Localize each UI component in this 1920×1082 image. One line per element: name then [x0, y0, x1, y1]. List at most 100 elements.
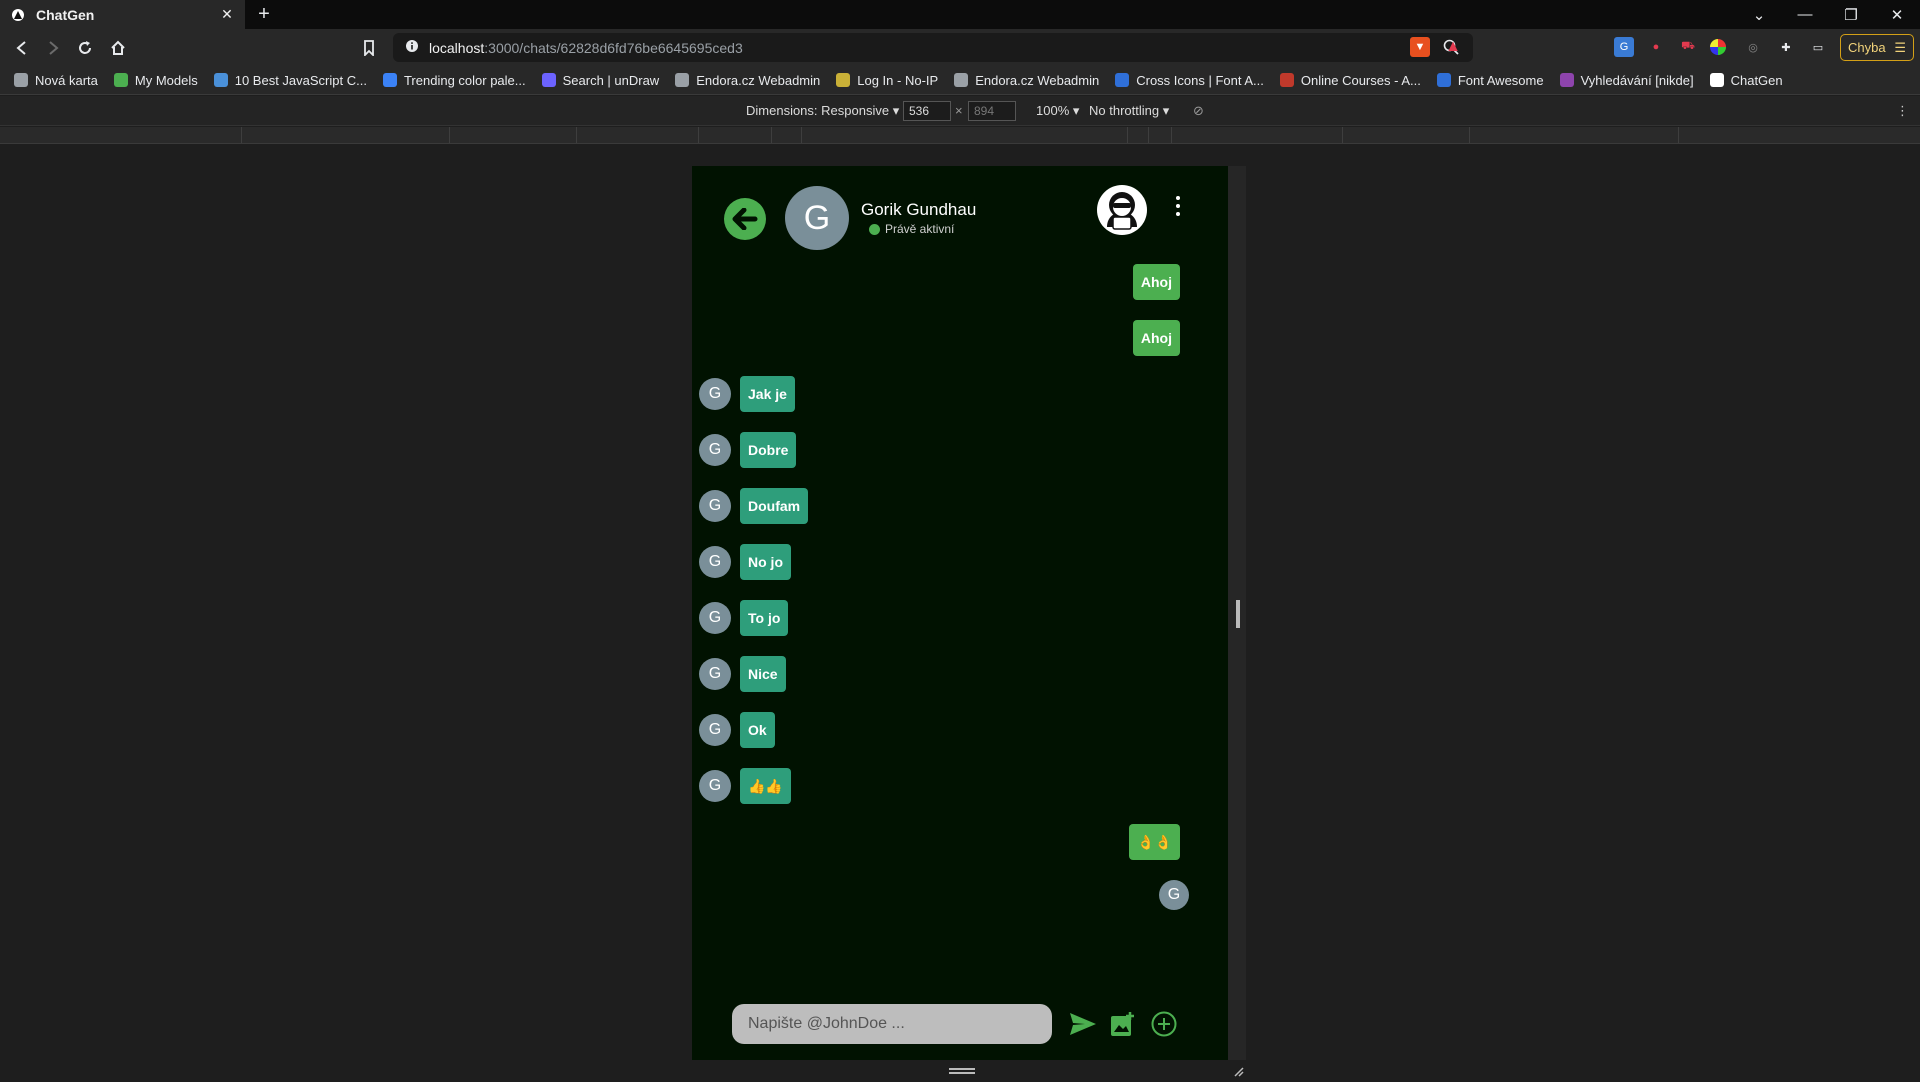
sender-avatar[interactable]: G [699, 658, 731, 690]
bookmark-item[interactable]: Nová karta [14, 73, 98, 88]
resize-corner-icon[interactable] [1232, 1064, 1244, 1077]
back-nav-icon[interactable] [8, 34, 36, 62]
brave-shields-icon[interactable]: ▼ [1410, 37, 1430, 57]
url-path: :3000/chats/62828d6fd76be6645695ced3 [484, 39, 743, 56]
bookmark-item[interactable]: Search | unDraw [541, 73, 659, 88]
back-button[interactable] [724, 198, 766, 240]
bookmark-label: Trending color pale... [403, 72, 526, 88]
minimize-button[interactable]: — [1782, 0, 1828, 29]
bookmark-favicon-icon [1436, 73, 1451, 87]
resize-handle-right[interactable] [1236, 600, 1240, 628]
message-bubble[interactable]: Doufam [740, 488, 809, 524]
message-bubble[interactable]: Dobre [740, 432, 797, 468]
bookmark-item[interactable]: Cross Icons | Font A... [1115, 73, 1264, 88]
message-bubble[interactable]: 👌👌 [1129, 824, 1180, 860]
chatgen-favicon-icon [10, 7, 26, 23]
extension-cart-icon[interactable]: ⛟ [1678, 37, 1698, 57]
dimensions-select[interactable]: Dimensions: Responsive ▾ [746, 103, 899, 119]
translate-icon[interactable]: G [1614, 37, 1634, 57]
bookmark-favicon-icon [1279, 73, 1294, 87]
bookmark-item[interactable]: Online Courses - A... [1279, 73, 1421, 88]
url-host: localhost [429, 39, 485, 56]
bookmark-label: Endora.cz Webadmin [975, 72, 1100, 88]
extension-gray-icon[interactable]: ◎ [1743, 37, 1763, 57]
extension-red-icon[interactable]: ● [1646, 37, 1666, 57]
height-input[interactable]: 894 [968, 101, 1016, 121]
address-bar[interactable]: localhost:3000/chats/62828d6fd76be664569… [393, 33, 1473, 62]
more-options-icon[interactable]: ⋮ [1896, 103, 1909, 119]
width-input[interactable]: 536 [903, 101, 951, 121]
tab-chatgen[interactable]: ChatGen ✕ [0, 0, 245, 29]
sender-avatar[interactable]: G [699, 490, 731, 522]
message-bubble[interactable]: Nice [740, 656, 786, 692]
bookmark-favicon-icon [675, 73, 690, 87]
tab-search-icon[interactable]: ⌄ [1736, 0, 1782, 29]
outgoing-message: Ahoj [1132, 320, 1180, 356]
bookmark-label: Endora.cz Webadmin [696, 72, 821, 88]
new-tab-button[interactable]: + [253, 0, 275, 29]
more-options-icon[interactable] [1172, 194, 1184, 218]
sender-avatar[interactable]: G [699, 602, 731, 634]
bookmark-favicon-icon [954, 73, 969, 87]
rotate-icon[interactable]: ⊘ [1193, 103, 1204, 119]
home-icon[interactable] [104, 34, 132, 62]
incoming-message: G Jak je [699, 376, 795, 412]
message-bubble[interactable]: Jak je [740, 376, 795, 412]
bookmark-label: Nová karta [35, 72, 98, 88]
throttling-select[interactable]: No throttling ▾ [1089, 103, 1169, 119]
sender-avatar[interactable]: G [699, 378, 731, 410]
send-button[interactable] [1065, 1006, 1101, 1042]
sender-avatar[interactable]: G [699, 546, 731, 578]
sender-avatar[interactable]: G [699, 770, 731, 802]
resize-handle-bottom[interactable] [949, 1068, 975, 1074]
close-tab-icon[interactable]: ✕ [219, 6, 235, 23]
bookmark-item[interactable]: Endora.cz Webadmin [954, 73, 1099, 88]
contact-avatar[interactable]: G [785, 186, 849, 250]
restore-button[interactable]: ❐ [1828, 0, 1874, 29]
menu-icon: ☰ [1894, 39, 1906, 55]
add-image-button[interactable] [1105, 1006, 1141, 1042]
bookmark-icon[interactable] [355, 34, 383, 62]
profile-error-button[interactable]: Chyba ☰ [1840, 34, 1914, 61]
reload-icon[interactable] [71, 34, 99, 62]
incoming-message: G Doufam [699, 488, 809, 524]
add-attachment-button[interactable] [1146, 1006, 1182, 1042]
bookmark-item[interactable]: Trending color pale... [382, 72, 526, 88]
bookmark-label: 10 Best JavaScript C... [234, 72, 367, 88]
bookmark-item[interactable]: Vyhledávání [nikde] [1559, 73, 1694, 88]
forward-nav-icon[interactable] [39, 34, 67, 62]
devtools-device-toolbar: Dimensions: Responsive ▾ 536 × 894 100% … [0, 96, 1920, 126]
sender-avatar[interactable]: G [699, 714, 731, 746]
bookmark-item[interactable]: My Models [113, 73, 198, 88]
user-avatar[interactable] [1097, 185, 1147, 235]
tab-title: ChatGen [36, 6, 95, 23]
send-icon [1070, 1013, 1096, 1035]
message-bubble[interactable]: No jo [740, 544, 791, 580]
bookmark-item[interactable]: ChatGen [1709, 73, 1783, 88]
outgoing-message: Ahoj [1132, 264, 1180, 300]
message-input[interactable] [732, 1004, 1052, 1044]
message-bubble[interactable]: 👍👍 [740, 768, 791, 804]
wallet-icon[interactable]: ▭ [1808, 37, 1828, 57]
message-bubble[interactable]: Ok [740, 712, 775, 748]
message-bubble[interactable]: Ahoj [1132, 264, 1180, 300]
contact-name: Gorik Gundhau [861, 200, 977, 219]
media-query-ruler [0, 127, 1920, 144]
sender-avatar[interactable]: G [699, 434, 731, 466]
message-bubble[interactable]: Ahoj [1132, 320, 1180, 356]
bookmark-item[interactable]: 10 Best JavaScript C... [213, 72, 367, 88]
bookmark-item[interactable]: Font Awesome [1436, 73, 1544, 88]
bookmark-item[interactable]: Log In - No-IP [836, 73, 938, 88]
chat-viewport: G Gorik Gundhau Právě aktivní Ahoj Ahoj G J… [692, 166, 1228, 1060]
bookmark-favicon-icon [836, 73, 851, 87]
zoom-select[interactable]: 100% ▾ [1036, 103, 1079, 119]
bookmark-item[interactable]: Endora.cz Webadmin [675, 73, 820, 88]
close-window-button[interactable]: ✕ [1874, 0, 1920, 29]
site-info-icon[interactable] [405, 39, 419, 56]
extensions-puzzle-icon[interactable]: ✚ [1776, 37, 1796, 57]
color-picker-icon[interactable] [1710, 39, 1726, 55]
add-image-icon [1111, 1012, 1134, 1036]
brave-rewards-icon[interactable]: ▲ [1443, 37, 1463, 57]
message-bubble[interactable]: To jo [740, 600, 789, 636]
incoming-message: G Ok [699, 712, 775, 748]
